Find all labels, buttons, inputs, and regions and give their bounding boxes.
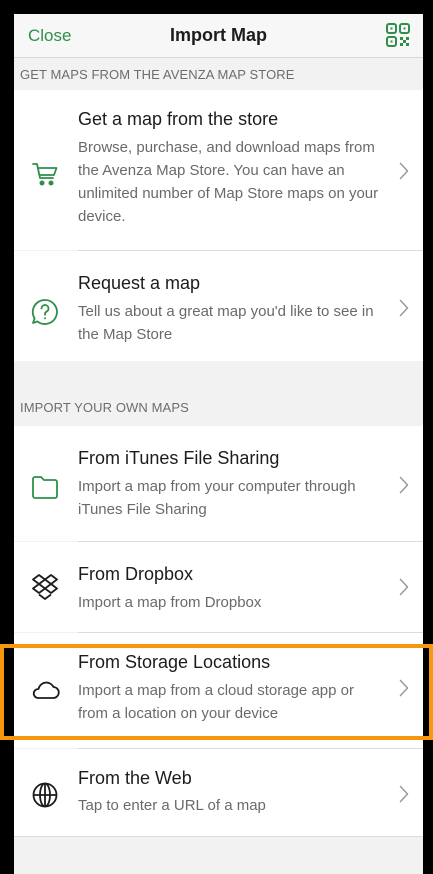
row-title: From Dropbox (78, 564, 194, 584)
row-storage-locations[interactable]: From Storage Locations Import a map from… (14, 633, 423, 748)
row-description: Import a map from Dropbox (78, 594, 262, 611)
section-header-own-maps: IMPORT YOUR OWN MAPS (20, 399, 189, 415)
row-get-map-from-store[interactable]: Get a map from the store Browse, purchas… (14, 90, 423, 250)
navigation-bar: Close Import Map (14, 14, 423, 58)
page-title: Import Map (170, 25, 267, 45)
row-description: Import a map from a cloud storage app or… (78, 682, 354, 722)
import-map-screen: Close Import Map GET MAPS FROM THE AVENZ… (14, 14, 423, 874)
row-from-the-web[interactable]: From the Web Tap to enter a URL of a map (14, 749, 423, 836)
chevron-right-icon (399, 476, 409, 494)
row-title: Request a map (78, 273, 201, 293)
row-description: Browse, purchase, and download maps from… (78, 139, 379, 225)
dropbox-icon (32, 574, 58, 600)
row-title: From the Web (78, 768, 192, 788)
row-itunes-file-sharing[interactable]: From iTunes File Sharing Import a map fr… (14, 426, 423, 541)
row-title: From iTunes File Sharing (78, 448, 280, 468)
globe-icon (32, 782, 58, 808)
cloud-icon (32, 681, 60, 699)
chevron-right-icon (399, 785, 409, 803)
row-title: Get a map from the store (78, 109, 279, 129)
chevron-right-icon (399, 299, 409, 317)
cart-icon (32, 163, 58, 186)
row-description: Import a map from your computer through … (78, 478, 356, 518)
row-request-map[interactable]: Request a map Tell us about a great map … (14, 251, 423, 361)
folder-icon (32, 476, 58, 499)
row-title: From Storage Locations (78, 652, 271, 672)
help-chat-icon (31, 299, 58, 325)
chevron-right-icon (399, 162, 409, 180)
row-divider (14, 836, 423, 837)
row-dropbox[interactable]: From Dropbox Import a map from Dropbox (14, 542, 423, 632)
device-frame: Close Import Map GET MAPS FROM THE AVENZ… (0, 0, 433, 874)
section-header-store: GET MAPS FROM THE AVENZA MAP STORE (20, 66, 295, 82)
chevron-right-icon (399, 578, 409, 596)
chevron-right-icon (399, 679, 409, 697)
row-description: Tap to enter a URL of a map (78, 797, 266, 814)
qr-code-icon[interactable] (385, 22, 411, 48)
row-description: Tell us about a great map you'd like to … (78, 303, 374, 343)
